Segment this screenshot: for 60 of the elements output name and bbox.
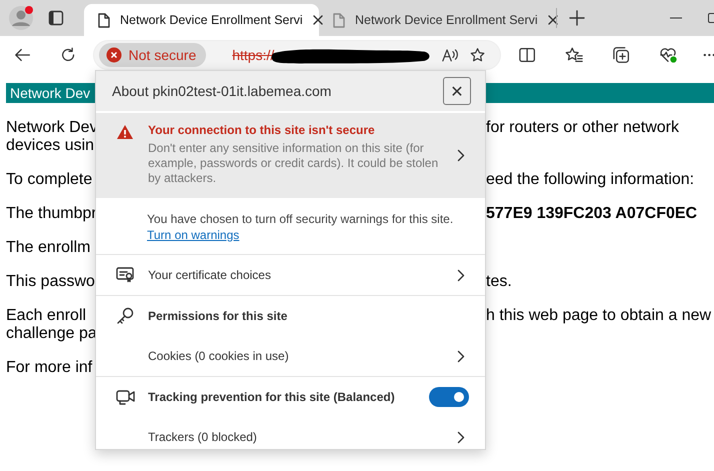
chevron-icon xyxy=(457,350,465,362)
favorites-icon[interactable] xyxy=(564,46,583,64)
more-icon[interactable] xyxy=(703,53,714,57)
body-text: To complete xyxy=(6,171,92,188)
security-chip[interactable]: Not secure xyxy=(98,43,206,67)
warning-heading: Your connection to this site isn't secure xyxy=(148,123,376,137)
menu-item[interactable]: Your certificate choices xyxy=(96,255,485,295)
panel-title: About pkin02test-01it.labemea.com xyxy=(112,83,332,99)
read-aloud-icon[interactable] xyxy=(442,47,458,63)
back-icon[interactable] xyxy=(14,47,30,63)
tab-actions-icon[interactable] xyxy=(48,10,64,26)
browser-tab[interactable]: Network Device Enrollment Servi xyxy=(319,4,554,36)
warning-icon xyxy=(116,124,134,140)
close-icon[interactable] xyxy=(312,15,323,25)
body-text: eed the following information: xyxy=(486,171,694,189)
star-icon[interactable] xyxy=(470,46,486,64)
warning-text: Don't enter any sensitive information on this site (for example, passwords or credit cards). It could be stolen by attackers. xyxy=(148,141,440,186)
split-screen-icon[interactable] xyxy=(518,47,535,63)
menu-label: Trackers (0 blocked) xyxy=(148,430,258,444)
body-text: The thumbpr xyxy=(6,205,97,222)
body-text: for routers or other network xyxy=(486,119,679,137)
body-text: tes. xyxy=(486,273,512,291)
body-text: h this web page to obtain a new xyxy=(486,307,712,325)
body-text: Each enroll xyxy=(6,307,86,324)
menu-item[interactable]: Cookies (0 cookies in use) xyxy=(96,336,485,376)
menu-label: Tracking prevention for this site (Balanced) xyxy=(148,390,396,404)
page-icon xyxy=(333,12,345,28)
menu-label: Cookies (0 cookies in use) xyxy=(148,349,290,363)
warning-row[interactable]: Your connection to this site isn't secure Don't enter any sensitive information on this site (for example, passwords or credit cards). It could be stolen by attackers. xyxy=(96,113,485,198)
tab-title: Network Device Enrollment Servi xyxy=(120,13,303,27)
body-text: The enrollm xyxy=(6,239,90,256)
turn-on-warnings-link[interactable]: Turn on warnings xyxy=(147,228,240,242)
close-button[interactable]: ✕ xyxy=(443,77,471,105)
error-icon xyxy=(106,47,122,63)
chevron-icon xyxy=(457,430,465,444)
chevron-icon xyxy=(457,149,465,162)
notice-text: You have chosen to turn off security warnings for this site. xyxy=(147,212,454,226)
collections-icon[interactable] xyxy=(612,46,630,64)
address-bar[interactable]: Not secure https:// xyxy=(92,40,501,70)
key-icon xyxy=(116,307,135,325)
menu-label: Your certificate choices xyxy=(148,268,272,282)
camera-icon xyxy=(116,388,135,406)
toggle-switch[interactable] xyxy=(429,387,469,407)
profile-icon[interactable] xyxy=(8,5,34,31)
menu-item[interactable]: Trackers (0 blocked) xyxy=(96,417,485,457)
url-scheme: https:// xyxy=(232,47,274,63)
refresh-icon[interactable] xyxy=(60,46,77,64)
health-icon[interactable] xyxy=(659,46,678,64)
body-text: For more inf xyxy=(6,359,92,376)
minimize-icon[interactable] xyxy=(670,17,682,19)
tab-title: Network Device Enrollment Servi xyxy=(355,13,538,27)
body-text: 577E9 139FC203 A07CF0EC xyxy=(486,205,698,223)
close-icon[interactable] xyxy=(548,15,558,25)
chevron-icon xyxy=(457,268,465,282)
body-text: This passwo xyxy=(6,273,95,290)
body-text: devices usin xyxy=(6,137,94,154)
certificate-icon xyxy=(116,266,135,284)
new-tab-icon[interactable] xyxy=(569,10,585,26)
page-icon xyxy=(98,12,110,28)
menu-label: Permissions for this site xyxy=(148,309,288,323)
